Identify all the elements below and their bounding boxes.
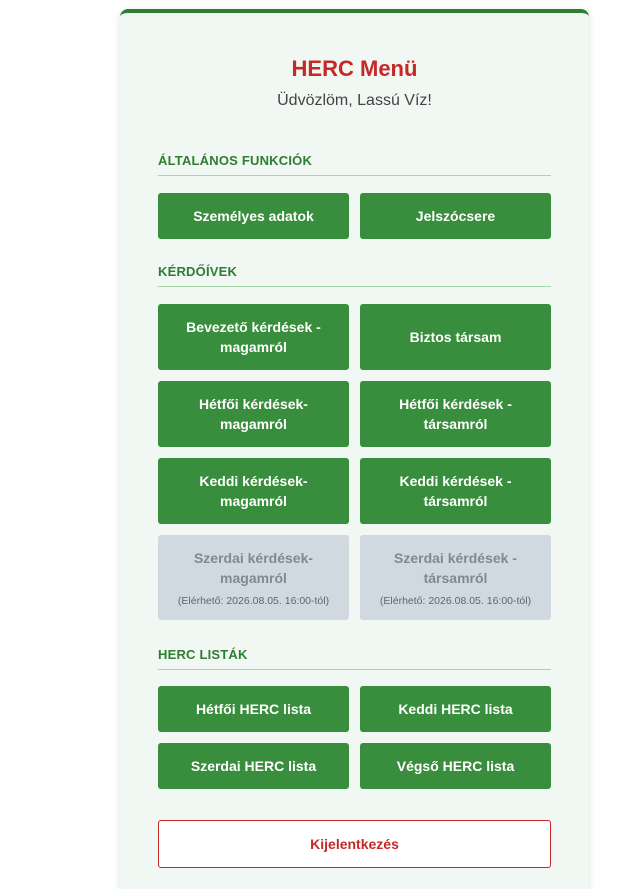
tuesday-questions-self-label: Keddi kérdések-magamról: [199, 473, 308, 509]
section-title-questionnaires: KÉRDŐÍVEK: [158, 264, 551, 287]
tuesday-questions-partner-label: Keddi kérdések - társamról: [399, 473, 512, 509]
page-title: HERC Menü: [291, 56, 418, 81]
monday-list-button[interactable]: Hétfői HERC lista: [158, 686, 349, 732]
tuesday-questions-partner-button[interactable]: Keddi kérdések - társamról: [360, 458, 551, 524]
intro-questions-self-button[interactable]: Bevezető kérdések - magamról: [158, 304, 349, 370]
section-general: ÁLTALÁNOS FUNKCIÓK: [158, 153, 551, 176]
monday-questions-partner-label: Hétfői kérdések - társamról: [399, 396, 512, 432]
tuesday-questions-self-button[interactable]: Keddi kérdések-magamról: [158, 458, 349, 524]
section-title-general: ÁLTALÁNOS FUNKCIÓK: [158, 153, 551, 176]
logout-button[interactable]: Kijelentkezés: [158, 820, 551, 868]
personal-data-button[interactable]: Személyes adatok: [158, 193, 349, 239]
availability-note: (Elérhető: 2026.08.05. 16:00-tól): [177, 594, 330, 607]
final-list-button[interactable]: Végső HERC lista: [360, 743, 551, 789]
sure-partner-button[interactable]: Biztos társam: [360, 304, 551, 370]
wednesday-questions-partner-label: Szerdai kérdések - társamról: [394, 549, 517, 586]
availability-note: (Elérhető: 2026.08.05. 16:00-tól): [379, 594, 532, 607]
welcome-message: Üdvözlöm, Lassú Víz!: [277, 92, 432, 109]
change-password-button[interactable]: Jelszócsere: [360, 193, 551, 239]
sure-partner-label: Biztos társam: [409, 329, 502, 345]
intro-questions-self-label: Bevezető kérdések - magamról: [186, 319, 321, 355]
general-buttons: Személyes adatok Jelszócsere: [158, 193, 551, 239]
wednesday-questions-self-button: Szerdai kérdések-magamról (Elérhető: 202…: [158, 535, 349, 620]
menu-card: HERC Menü Üdvözlöm, Lassú Víz! ÁLTALÁNOS…: [120, 9, 589, 889]
wednesday-list-button[interactable]: Szerdai HERC lista: [158, 743, 349, 789]
wednesday-questions-self-label: Szerdai kérdések-magamról: [193, 549, 314, 586]
monday-questions-self-label: Hétfői kérdések-magamról: [199, 396, 308, 432]
monday-questions-self-button[interactable]: Hétfői kérdések-magamról: [158, 381, 349, 447]
section-lists: HERC LISTÁK: [158, 647, 551, 670]
monday-questions-partner-button[interactable]: Hétfői kérdések - társamról: [360, 381, 551, 447]
section-title-lists: HERC LISTÁK: [158, 647, 551, 670]
list-buttons: Hétfői HERC lista Keddi HERC lista Szerd…: [158, 686, 551, 789]
tuesday-list-button[interactable]: Keddi HERC lista: [360, 686, 551, 732]
wednesday-questions-partner-button: Szerdai kérdések - társamról (Elérhető: …: [360, 535, 551, 620]
section-questionnaires: KÉRDŐÍVEK: [158, 264, 551, 287]
questionnaire-buttons: Bevezető kérdések - magamról Biztos társ…: [158, 304, 551, 620]
